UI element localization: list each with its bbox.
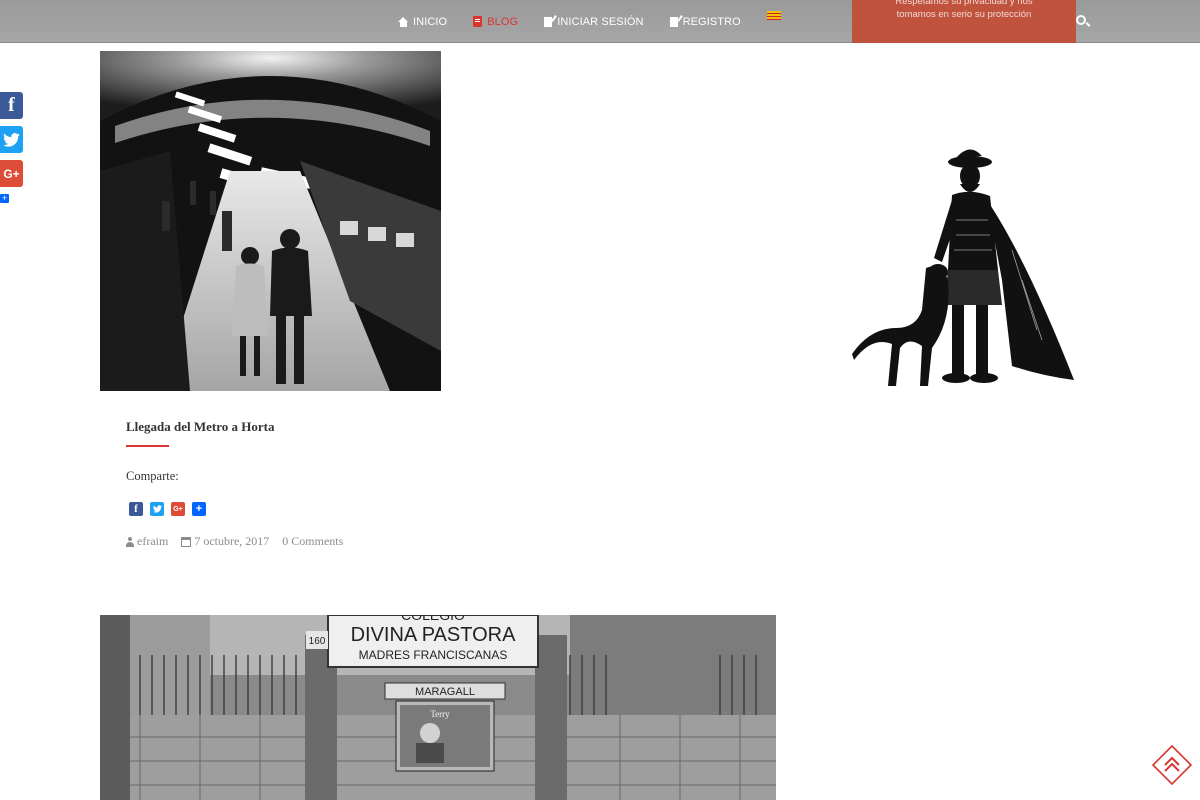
nav-item-inicio[interactable]: Inicio [398, 16, 447, 28]
post-image-metro-horta[interactable] [100, 51, 441, 391]
post-meta: efraim 7 octubre, 2017 0 Comments [126, 534, 356, 549]
sign-number-text: 160 [309, 636, 326, 647]
nav-item-blog[interactable]: Blog [473, 16, 518, 28]
post-title-link[interactable]: Llegada del Metro a Horta [126, 419, 275, 435]
nav-item-label: Registro [682, 15, 741, 28]
google-plus-icon: G+ [3, 166, 20, 181]
addthis-plus-icon[interactable]: + [0, 194, 9, 203]
station-name-text: MARAGALL [415, 686, 475, 698]
sidebar-logo-illustration [852, 140, 1076, 392]
comments-link[interactable]: 0 Comments [282, 534, 343, 549]
post-image-divina-pastora[interactable]: COLEGIO DIVINA PASTORA MADRES FRANCISCAN… [100, 615, 776, 800]
author-name: efraim [137, 534, 169, 548]
poster-text: Terry [430, 709, 450, 719]
user-icon [126, 536, 134, 547]
double-chevron-up-icon [1151, 744, 1193, 786]
post-author[interactable]: efraim [126, 534, 168, 549]
addthis-share-button[interactable]: + [192, 502, 206, 516]
calendar-icon [181, 536, 192, 547]
date-text: 7 octubre, 2017 [194, 534, 270, 548]
privacy-text-line1: Respetamos su privacidad y nos [895, 0, 1033, 7]
main-nav: Inicio Blog Iniciar sesión Registro [398, 0, 781, 43]
post-share-buttons: f G+ + [129, 502, 206, 516]
nav-item-label: Inicio [413, 15, 448, 28]
book-icon [473, 16, 483, 27]
plus-label: + [1, 193, 8, 203]
catalan-flag-icon[interactable] [766, 11, 781, 20]
search-icon[interactable] [1076, 15, 1086, 25]
sign-main-text: DIVINA PASTORA [351, 624, 517, 646]
top-navbar: Inicio Blog Iniciar sesión Registro Resp… [0, 0, 1200, 43]
facebook-share-button[interactable]: f [129, 502, 143, 516]
floating-share-bar: f G+ + [0, 92, 24, 203]
nav-item-registro[interactable]: Registro [669, 15, 741, 28]
edit-icon [669, 16, 678, 27]
twitter-share-button[interactable] [0, 126, 23, 153]
google-plus-share-button[interactable]: G+ [171, 502, 185, 516]
google-plus-share-button[interactable]: G+ [0, 160, 23, 187]
twitter-icon [3, 132, 20, 147]
edit-icon [544, 16, 553, 27]
facebook-icon: f [8, 94, 15, 116]
sign-top-text: COLEGIO [401, 615, 465, 623]
nav-item-label: Iniciar sesión [557, 15, 644, 28]
twitter-share-button[interactable] [150, 502, 164, 516]
nav-item-iniciar-sesion[interactable]: Iniciar sesión [544, 16, 643, 28]
privacy-text-line2: tomamos en serio su protección [896, 9, 1032, 20]
back-to-top-button[interactable] [1151, 744, 1193, 786]
privacy-banner[interactable]: Respetamos su privacidad y nos tomamos e… [852, 0, 1076, 43]
sign-sub-text: MADRES FRANCISCANAS [359, 648, 508, 662]
facebook-icon: f [134, 503, 138, 515]
addthis-plus-icon: + [195, 503, 203, 515]
google-plus-icon: G+ [173, 505, 183, 513]
maragall-photo-illustration: COLEGIO DIVINA PASTORA MADRES FRANCISCAN… [100, 615, 776, 800]
title-underline-divider [126, 445, 169, 447]
facebook-share-button[interactable]: f [0, 92, 23, 119]
cavalier-with-dog-icon [852, 149, 1074, 386]
share-label: Comparte: [126, 469, 179, 483]
post-date: 7 octubre, 2017 [181, 534, 269, 549]
twitter-icon [152, 505, 162, 513]
metro-photo-illustration [100, 51, 441, 391]
home-icon [398, 16, 408, 27]
nav-item-label: Blog [487, 15, 519, 28]
